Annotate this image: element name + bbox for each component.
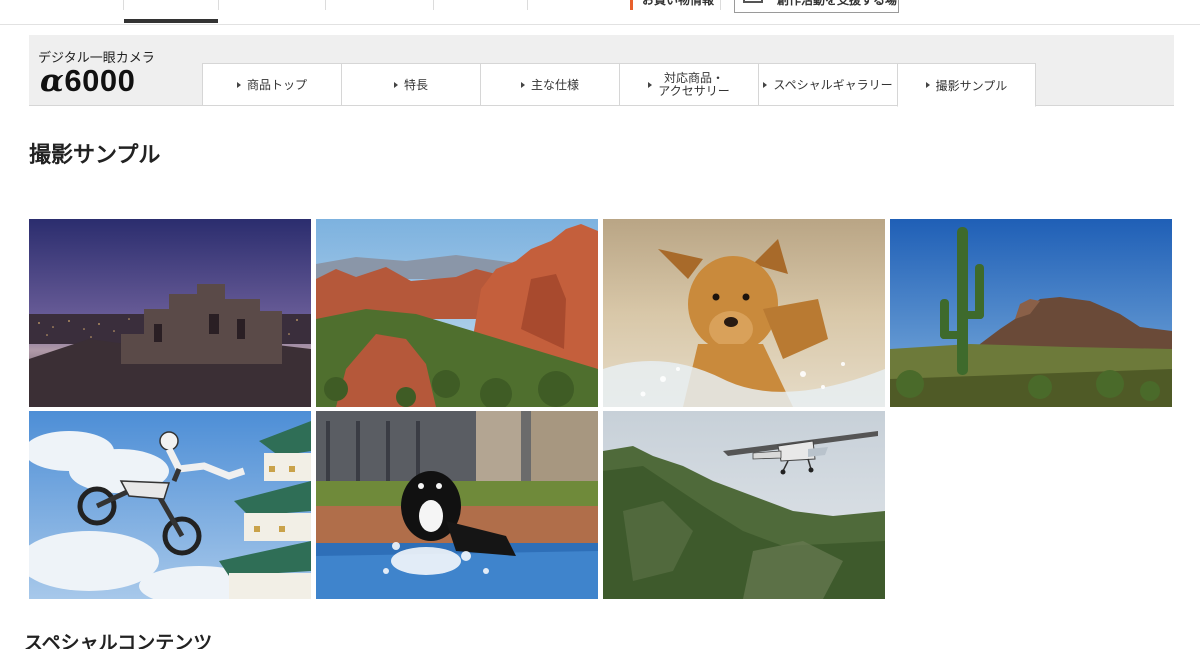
red-rock-canyon-photo xyxy=(316,219,598,407)
tab-product-top[interactable]: 商品トップ xyxy=(202,63,341,106)
tab-label: 商品トップ xyxy=(246,78,307,92)
gallery-item[interactable] xyxy=(316,411,598,599)
tab-label: 撮影サンプル xyxy=(935,78,1008,93)
nav-promo-creative[interactable]: 創作活動を支援する場 xyxy=(734,0,899,13)
triangle-right-icon xyxy=(520,81,525,88)
product-header: デジタル一眼カメラ α6000 商品トップ 特長 主な仕様 対応商品・ アクセサリ… xyxy=(29,35,1174,107)
nav-active-indicator xyxy=(124,19,218,23)
gallery-item[interactable] xyxy=(603,411,885,599)
triangle-right-icon xyxy=(763,81,768,88)
nav-item-creative: 創作活動を支援する場 xyxy=(777,0,898,7)
product-tabs: 商品トップ 特長 主な仕様 対応商品・ アクセサリー スペシャルギャラリー 撮影サ… xyxy=(202,63,1036,107)
tab-accessories[interactable]: 対応商品・ アクセサリー xyxy=(619,63,758,106)
nav-divider xyxy=(218,0,219,10)
nav-divider xyxy=(433,0,434,10)
frame-icon xyxy=(743,0,763,3)
tab-label: 主な仕様 xyxy=(530,78,579,92)
nav-divider xyxy=(325,0,326,10)
special-contents-heading: スペシャルコンテンツ xyxy=(24,632,213,649)
tab-specs[interactable]: 主な仕様 xyxy=(480,63,619,106)
tab-label-line1: 対応商品・ xyxy=(663,70,724,85)
tab-label: 特長 xyxy=(403,78,428,92)
nav-accent-bar xyxy=(630,0,633,10)
tab-sample-photos[interactable]: 撮影サンプル xyxy=(897,63,1036,107)
gallery-item[interactable] xyxy=(890,219,1172,407)
nav-item-shopping[interactable]: お買い物情報 xyxy=(642,0,714,8)
running-golden-retriever-photo xyxy=(603,219,885,407)
gallery-item[interactable] xyxy=(316,219,598,407)
saguaro-cactus-desert-photo xyxy=(890,219,1172,407)
tab-label-line2: アクセサリー xyxy=(658,83,730,98)
model-number: 6000 xyxy=(64,63,136,98)
small-plane-over-mountain-photo xyxy=(603,411,885,599)
tab-label: スペシャルギャラリー xyxy=(773,78,893,92)
tab-features[interactable]: 特長 xyxy=(341,63,480,106)
product-model-name[interactable]: α6000 xyxy=(40,63,135,99)
gallery-item[interactable] xyxy=(29,219,311,407)
night-ruins-cityscape-photo xyxy=(29,219,311,407)
global-nav: お買い物情報 創作活動を支援する場 xyxy=(0,0,1200,25)
nav-divider xyxy=(527,0,528,10)
tab-special-gallery[interactable]: スペシャルギャラリー xyxy=(758,63,897,106)
model-alpha: α xyxy=(40,63,65,99)
dog-jumping-pool-photo xyxy=(316,411,598,599)
gallery-item[interactable] xyxy=(603,219,885,407)
triangle-right-icon xyxy=(648,81,653,88)
triangle-right-icon xyxy=(393,81,398,88)
nav-divider xyxy=(123,0,124,10)
triangle-right-icon xyxy=(925,82,930,88)
page-title: 撮影サンプル xyxy=(29,143,161,168)
motocross-jump-castle-photo xyxy=(29,411,311,599)
gallery-item[interactable] xyxy=(29,411,311,599)
nav-divider xyxy=(720,0,721,10)
triangle-right-icon xyxy=(236,81,241,88)
